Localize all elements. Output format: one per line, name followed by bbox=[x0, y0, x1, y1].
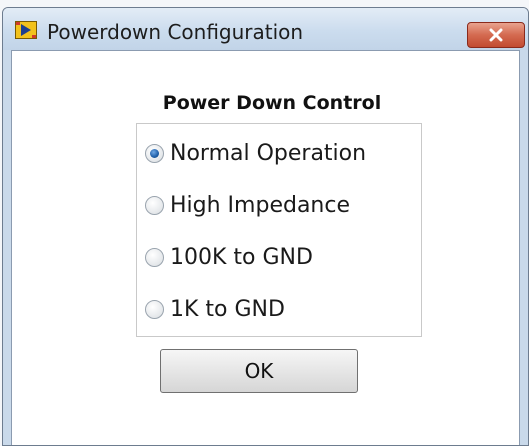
window-title: Powerdown Configuration bbox=[47, 20, 304, 44]
radio-label: Normal Operation bbox=[170, 140, 367, 166]
ok-button[interactable]: OK bbox=[160, 349, 358, 393]
close-icon bbox=[489, 28, 503, 42]
radio-button[interactable] bbox=[145, 195, 164, 215]
radio-button[interactable] bbox=[145, 247, 164, 267]
radio-option-1k-to-gnd[interactable]: 1K to GND bbox=[145, 292, 285, 326]
dialog-window: Powerdown Configuration Power Down Contr… bbox=[2, 7, 529, 446]
radio-label: High Impedance bbox=[170, 192, 350, 218]
radio-button-checked[interactable] bbox=[145, 143, 164, 163]
radio-label: 1K to GND bbox=[170, 296, 285, 322]
radio-option-high-impedance[interactable]: High Impedance bbox=[145, 188, 350, 222]
radio-label: 100K to GND bbox=[170, 244, 313, 270]
app-icon bbox=[15, 21, 37, 39]
close-button[interactable] bbox=[467, 22, 525, 48]
radio-option-100k-to-gnd[interactable]: 100K to GND bbox=[145, 240, 313, 274]
dialog-client-area: Power Down Control Normal Operation High… bbox=[11, 50, 520, 445]
radio-option-normal-operation[interactable]: Normal Operation bbox=[145, 136, 366, 170]
group-heading: Power Down Control bbox=[162, 92, 382, 114]
title-bar[interactable]: Powerdown Configuration bbox=[3, 8, 528, 50]
power-down-radio-group: Normal Operation High Impedance 100K to … bbox=[136, 123, 422, 337]
radio-button[interactable] bbox=[145, 299, 164, 319]
